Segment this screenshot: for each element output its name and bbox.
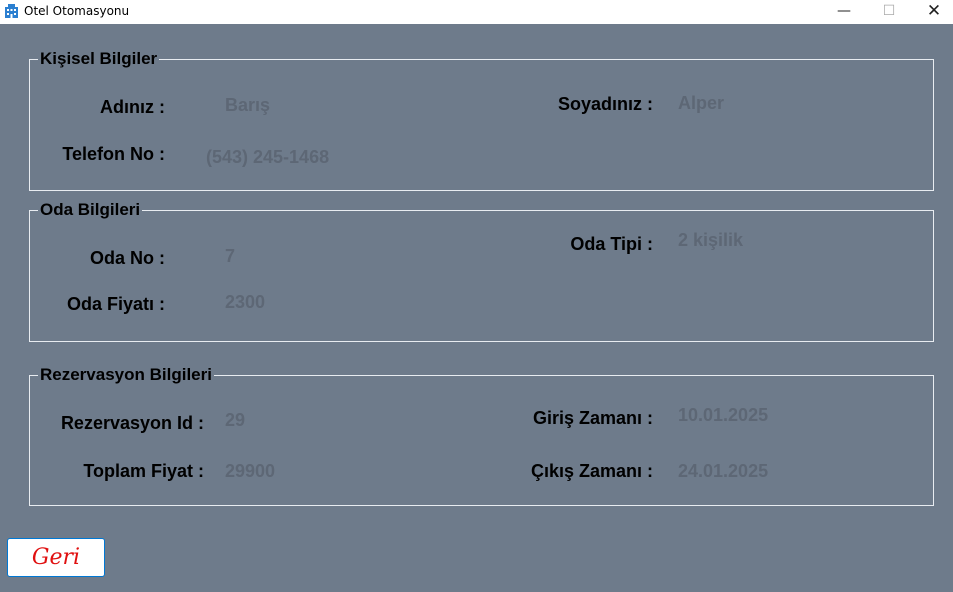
back-button[interactable]: Geri [7,538,105,577]
room-no-value: 7 [225,246,236,266]
personal-info-group: Kişisel Bilgiler Adınız : Barış Soyadını… [29,49,934,191]
phone-value: (543) 245-1468 [206,147,330,167]
maximize-button[interactable]: ☐ [866,0,912,24]
room-no-label: Oda No : [90,248,165,268]
room-price-value: 2300 [225,292,266,312]
checkin-value: 10.01.2025 [678,405,769,425]
surname-label: Soyadınız : [557,94,653,114]
title-bar: Otel Otomasyonu — ☐ ✕ [0,0,953,24]
surname-value: Alper [678,93,725,113]
minimize-button[interactable]: — [821,0,867,24]
room-type-label: Oda Tipi : [570,234,653,254]
room-info-title: Oda Bilgileri [38,200,143,220]
reservation-id-label: Rezervasyon Id : [60,413,204,433]
checkout-value: 24.01.2025 [678,461,769,481]
total-price-value: 29900 [225,461,276,481]
personal-info-title: Kişisel Bilgiler [38,49,160,69]
reservation-info-group: Rezervasyon Bilgileri Rezervasyon Id : 2… [29,365,934,506]
name-value: Barış [225,95,271,115]
room-price-label: Oda Fiyatı : [66,294,165,314]
window-title: Otel Otomasyonu [24,4,130,18]
checkout-label: Çıkış Zamanı : [530,461,653,481]
room-type-value: 2 kişilik [678,230,744,250]
reservation-info-title: Rezervasyon Bilgileri [38,365,214,385]
phone-label: Telefon No : [62,144,165,164]
total-price-label: Toplam Fiyat : [83,461,204,481]
name-label: Adınız : [100,97,165,117]
checkin-label: Giriş Zamanı : [532,408,653,428]
hotel-icon [5,4,18,18]
close-button[interactable]: ✕ [911,0,953,24]
reservation-id-value: 29 [225,410,246,430]
room-info-group: Oda Bilgileri Oda No : 7 Oda Tipi : 2 ki… [29,200,934,342]
